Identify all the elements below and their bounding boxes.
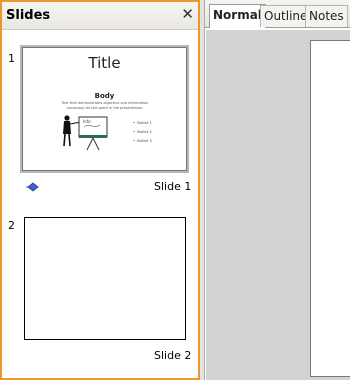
slide-label-2: Slide 2: [154, 349, 192, 362]
current-slide-canvas[interactable]: [310, 40, 350, 377]
slide-body-text: Text that demonstrates objective and inf…: [61, 101, 149, 110]
slide-bullet: Bullet 3: [133, 136, 152, 145]
slides-pane-header: Slides ✕: [2, 2, 198, 30]
tab-normal[interactable]: Normal: [209, 4, 266, 28]
slide-body-heading: Body: [94, 92, 115, 100]
slides-pane-title: Slides: [6, 8, 51, 23]
slide-number-2: 2: [8, 219, 15, 232]
view-tabs-bar: Normal Outline Notes: [205, 0, 350, 28]
slide-number-1: 1: [8, 52, 15, 65]
tab-outline[interactable]: Outline: [260, 5, 312, 27]
slide-title-text: Title: [88, 54, 121, 72]
slide-bullet: Bullet 2: [133, 127, 152, 136]
slide-bullet: Bullet 1: [133, 118, 152, 127]
slide-thumbnail-1[interactable]: Title Body Text that demonstrates object…: [22, 47, 187, 171]
pane-splitter[interactable]: [200, 0, 205, 380]
presenter-illustration: Info: [63, 115, 108, 151]
board-text: Info: [83, 119, 91, 124]
slide-transition-icon: [26, 182, 39, 192]
close-icon[interactable]: ✕: [181, 5, 194, 23]
slides-pane: Slides ✕ 1 Title Body Text that demonstr…: [0, 0, 200, 380]
slide-label-1: Slide 1: [154, 180, 192, 193]
tab-notes[interactable]: Notes: [305, 5, 348, 27]
slide-thumbnail-2[interactable]: [24, 217, 186, 340]
slide-bullet-list: Bullet 1 Bullet 2 Bullet 3: [133, 118, 152, 145]
